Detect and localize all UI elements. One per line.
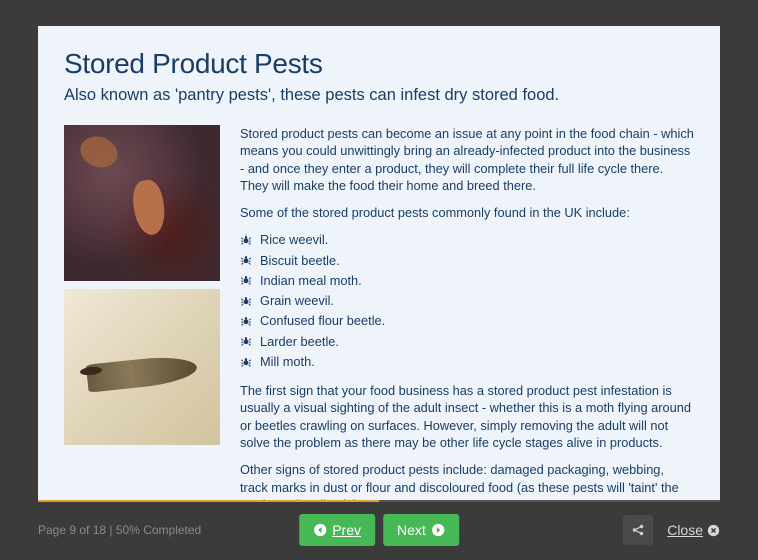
prev-button[interactable]: Prev	[299, 514, 375, 546]
bug-icon	[240, 254, 252, 266]
share-button[interactable]	[623, 515, 653, 545]
bug-icon	[240, 274, 252, 286]
bug-icon	[240, 234, 252, 246]
progress-fill	[38, 500, 379, 502]
list-item-label: Biscuit beetle.	[260, 252, 340, 269]
list-item: Biscuit beetle.	[240, 252, 694, 269]
bug-icon	[240, 335, 252, 347]
list-item-label: Rice weevil.	[260, 231, 328, 248]
page-subtitle: Also known as 'pantry pests', these pest…	[64, 86, 694, 105]
close-label: Close	[667, 522, 703, 538]
bug-icon	[240, 315, 252, 327]
list-item-label: Grain weevil.	[260, 292, 334, 309]
prev-label: Prev	[332, 522, 361, 538]
close-circle-icon	[707, 524, 720, 537]
progress-bar	[38, 500, 720, 502]
list-item-label: Larder beetle.	[260, 333, 339, 350]
share-icon	[631, 523, 645, 537]
lesson-page: Stored Product Pests Also known as 'pant…	[38, 26, 720, 500]
list-item: Rice weevil.	[240, 231, 694, 248]
close-button[interactable]: Close	[667, 522, 720, 538]
pest-image-beetle	[64, 125, 220, 281]
list-item: Grain weevil.	[240, 292, 694, 309]
paragraph: Some of the stored product pests commonl…	[240, 204, 694, 221]
paragraph: Stored product pests can become an issue…	[240, 125, 694, 194]
footer-bar: Page 9 of 18 | 50% Completed Prev Next C…	[0, 500, 758, 560]
list-item-label: Indian meal moth.	[260, 272, 362, 289]
text-column: Stored product pests can become an issue…	[240, 125, 694, 500]
list-item-label: Confused flour beetle.	[260, 312, 385, 329]
paragraph: Other signs of stored product pests incl…	[240, 461, 694, 500]
list-item: Mill moth.	[240, 353, 694, 370]
arrow-right-circle-icon	[431, 523, 445, 537]
list-item: Confused flour beetle.	[240, 312, 694, 329]
image-column	[64, 125, 220, 500]
page-counter: Page 9 of 18 | 50% Completed	[38, 523, 201, 537]
next-label: Next	[397, 522, 426, 538]
arrow-left-circle-icon	[313, 523, 327, 537]
list-item: Indian meal moth.	[240, 272, 694, 289]
bug-icon	[240, 356, 252, 368]
bug-icon	[240, 295, 252, 307]
pest-image-moth	[64, 289, 220, 445]
paragraph: The first sign that your food business h…	[240, 382, 694, 451]
list-item-label: Mill moth.	[260, 353, 315, 370]
next-button[interactable]: Next	[383, 514, 459, 546]
pest-list: Rice weevil. Biscuit beetle. Indian meal…	[240, 231, 694, 370]
page-title: Stored Product Pests	[64, 48, 694, 80]
list-item: Larder beetle.	[240, 333, 694, 350]
